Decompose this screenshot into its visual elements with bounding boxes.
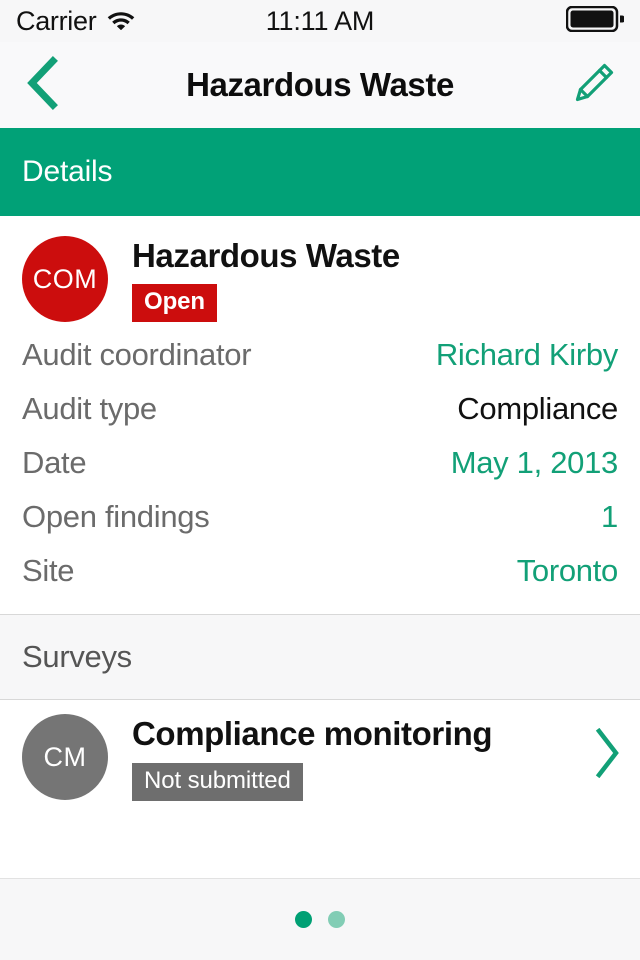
status-badge: Open [132, 284, 217, 323]
page-indicator[interactable] [0, 878, 640, 960]
edit-button[interactable] [562, 42, 626, 128]
detail-row-site[interactable]: Site Toronto [0, 544, 640, 598]
section-header-details: Details [0, 128, 640, 216]
list-item[interactable]: CM Compliance monitoring Not submitted [0, 700, 640, 801]
entity-name: Hazardous Waste [132, 237, 400, 274]
detail-row-value[interactable]: Richard Kirby [436, 337, 618, 373]
list-item-title: Compliance monitoring [132, 715, 493, 753]
avatar: CM [22, 714, 108, 801]
detail-row-label: Site [22, 553, 75, 589]
surveys-list: CM Compliance monitoring Not submitted [0, 700, 640, 801]
detail-row-label: Audit coordinator [22, 337, 252, 373]
detail-row-label: Audit type [22, 391, 157, 427]
chevron-right-icon [594, 728, 622, 782]
detail-row-value: Compliance [457, 391, 618, 427]
list-item-text-block: Compliance monitoring Not submitted [132, 714, 618, 801]
detail-row-value[interactable]: May 1, 2013 [451, 445, 619, 481]
detail-row-date[interactable]: Date May 1, 2013 [0, 436, 640, 490]
back-button[interactable] [10, 42, 74, 128]
status-bar-right [565, 5, 625, 37]
status-badge: Not submitted [132, 762, 303, 801]
detail-row-open-findings[interactable]: Open findings 1 [0, 490, 640, 544]
content-scroll-area[interactable]: Details COM Hazardous Waste Open Audit c… [0, 128, 640, 878]
detail-row-value[interactable]: Toronto [517, 553, 619, 589]
detail-row-audit-type: Audit type Compliance [0, 382, 640, 436]
app-screen: Carrier 11:11 AM Hazardous Waste Details… [0, 0, 640, 960]
detail-row-label: Date [22, 445, 87, 481]
battery-full-icon [565, 5, 625, 37]
page-dot-inactive[interactable] [328, 911, 345, 928]
wifi-icon [106, 8, 136, 35]
page-dot-active[interactable] [295, 911, 312, 928]
entity-text-block: Hazardous Waste Open [132, 236, 400, 323]
section-header-details-label: Details [22, 155, 113, 188]
carrier-label: Carrier [16, 5, 97, 36]
chevron-left-icon [25, 55, 59, 115]
details-card: COM Hazardous Waste Open Audit coordinat… [0, 216, 640, 615]
section-header-surveys-label: Surveys [22, 639, 132, 675]
avatar-initials: COM [32, 263, 98, 294]
disclosure-chevron-button[interactable] [594, 728, 622, 783]
section-header-surveys: Surveys [0, 614, 640, 701]
pencil-icon [571, 60, 617, 111]
avatar: COM [22, 236, 108, 322]
page-title: Hazardous Waste [186, 66, 454, 103]
navigation-bar: Hazardous Waste [0, 42, 640, 128]
detail-row-audit-coordinator[interactable]: Audit coordinator Richard Kirby [0, 328, 640, 382]
status-bar-left: Carrier [16, 6, 136, 37]
detail-row-value[interactable]: 1 [601, 499, 618, 535]
status-bar: Carrier 11:11 AM [0, 0, 640, 42]
avatar-initials: CM [43, 741, 87, 772]
detail-row-label: Open findings [22, 499, 210, 535]
entity-summary-row[interactable]: COM Hazardous Waste Open [0, 222, 640, 328]
